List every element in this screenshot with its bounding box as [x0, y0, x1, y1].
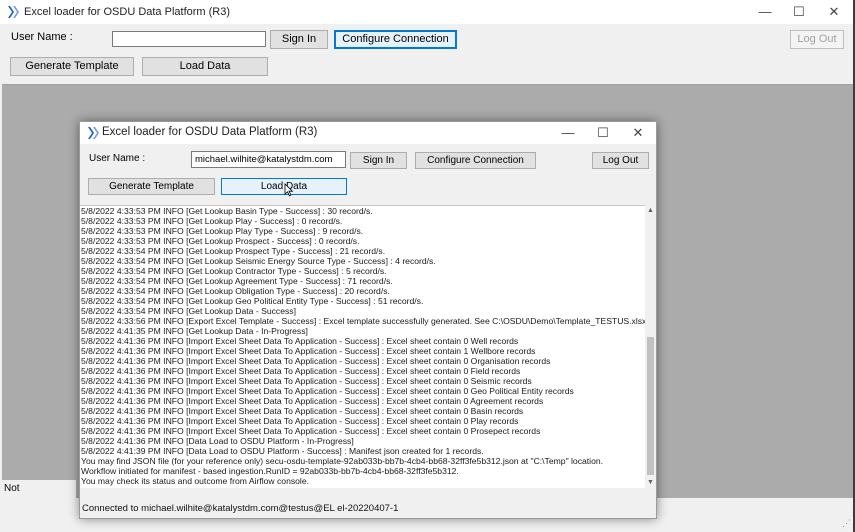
log-lines: 5/8/2022 4:33:53 PM INFO [Get Lookup Bas…	[81, 206, 645, 486]
maximize-icon[interactable]: ☐	[792, 5, 806, 19]
log-line: You may find JSON file (for your referen…	[81, 456, 604, 466]
minimize-icon[interactable]: —	[561, 126, 575, 140]
log-line: 5/8/2022 4:33:53 PM INFO [Get Lookup Pla…	[81, 226, 364, 236]
log-line: 5/8/2022 4:33:54 PM INFO [Get Lookup Con…	[81, 266, 387, 276]
main-titlebar: Excel loader for OSDU Data Platform (R3)…	[0, 0, 855, 24]
log-line: Workflow initiated for manifest - based …	[81, 466, 459, 476]
close-icon[interactable]: ✕	[631, 126, 645, 140]
load-data-button[interactable]: Load Data	[142, 57, 268, 76]
dialog-titlebar: Excel loader for OSDU Data Platform (R3)…	[80, 122, 656, 144]
log-line: 5/8/2022 4:41:36 PM INFO [Import Excel S…	[81, 406, 524, 416]
log-line: 5/8/2022 4:33:53 PM INFO [Get Lookup Pla…	[81, 216, 343, 226]
log-line: 5/8/2022 4:41:36 PM INFO [Import Excel S…	[81, 416, 519, 426]
configure-connection-button[interactable]: Configure Connection	[334, 30, 457, 49]
log-line: 5/8/2022 4:41:36 PM INFO [Data Load to O…	[81, 436, 354, 446]
scroll-up-arrow-icon[interactable]: ▲	[645, 205, 656, 216]
main-window-title: Excel loader for OSDU Data Platform (R3)	[24, 6, 231, 18]
loader-dialog: Excel loader for OSDU Data Platform (R3)…	[79, 121, 657, 519]
size-grip-icon[interactable]: ⋰	[842, 518, 852, 528]
log-scrollbar[interactable]: ▲ ▼	[645, 205, 656, 488]
user-name-label: User Name :	[89, 153, 146, 164]
log-line: 5/8/2022 4:41:35 PM INFO [Get Lookup Dat…	[81, 326, 308, 336]
log-line: 5/8/2022 4:41:36 PM INFO [Import Excel S…	[81, 336, 519, 346]
log-line: 5/8/2022 4:41:36 PM INFO [Import Excel S…	[81, 366, 521, 376]
status-bar: Not connected...	[0, 480, 76, 512]
configure-connection-button[interactable]: Configure Connection	[415, 152, 536, 169]
app-logo-icon	[8, 6, 19, 18]
dialog-status: Connected to michael.wilhite@katalystdm.…	[82, 503, 399, 514]
log-out-button[interactable]: Log Out	[790, 30, 844, 49]
user-name-input[interactable]	[191, 151, 346, 168]
log-line: 5/8/2022 4:33:54 PM INFO [Get Lookup Agr…	[81, 276, 393, 286]
log-line: 5/8/2022 4:41:36 PM INFO [Import Excel S…	[81, 346, 536, 356]
log-line: 5/8/2022 4:33:54 PM INFO [Get Lookup Pro…	[81, 246, 386, 256]
maximize-icon[interactable]: ☐	[596, 126, 610, 140]
log-line: 5/8/2022 4:41:39 PM INFO [Data Load to O…	[81, 446, 484, 456]
log-line: 5/8/2022 4:33:53 PM INFO [Get Lookup Bas…	[81, 206, 373, 216]
log-line: 5/8/2022 4:33:54 PM INFO [Get Lookup Geo…	[81, 296, 424, 306]
scroll-down-arrow-icon[interactable]: ▼	[645, 477, 656, 488]
close-icon[interactable]: ✕	[827, 5, 841, 19]
generate-template-button[interactable]: Generate Template	[10, 57, 134, 76]
log-line: 5/8/2022 4:33:54 PM INFO [Get Lookup Sei…	[81, 256, 436, 266]
log-out-button[interactable]: Log Out	[592, 152, 649, 169]
log-line: 5/8/2022 4:33:53 PM INFO [Get Lookup Pro…	[81, 236, 360, 246]
dialog-title: Excel loader for OSDU Data Platform (R3)	[102, 126, 318, 138]
log-line: 5/8/2022 4:41:36 PM INFO [Import Excel S…	[81, 356, 551, 366]
log-line: 5/8/2022 4:33:54 PM INFO [Get Lookup Dat…	[81, 306, 296, 316]
log-line: 5/8/2022 4:41:36 PM INFO [Import Excel S…	[81, 396, 544, 406]
mouse-pointer-icon	[284, 183, 294, 197]
log-line: You may check its status and outcome fro…	[81, 476, 310, 486]
scroll-thumb[interactable]	[647, 337, 654, 475]
generate-template-button[interactable]: Generate Template	[88, 178, 215, 195]
log-output[interactable]: 5/8/2022 4:33:53 PM INFO [Get Lookup Bas…	[80, 205, 645, 488]
log-line: 5/8/2022 4:41:36 PM INFO [Import Excel S…	[81, 376, 532, 386]
user-name-label: User Name :	[11, 31, 73, 43]
sign-in-button[interactable]: Sign In	[270, 30, 328, 49]
minimize-icon[interactable]: —	[758, 5, 772, 19]
user-name-input[interactable]	[112, 31, 266, 47]
sign-in-button[interactable]: Sign In	[350, 152, 407, 169]
log-line: 5/8/2022 4:41:36 PM INFO [Import Excel S…	[81, 386, 574, 396]
log-line: 5/8/2022 4:33:56 PM INFO [Export Excel T…	[81, 316, 645, 326]
log-line: 5/8/2022 4:33:54 PM INFO [Get Lookup Obl…	[81, 286, 390, 296]
app-logo-icon	[88, 127, 99, 139]
log-line: 5/8/2022 4:41:36 PM INFO [Import Excel S…	[81, 426, 541, 436]
